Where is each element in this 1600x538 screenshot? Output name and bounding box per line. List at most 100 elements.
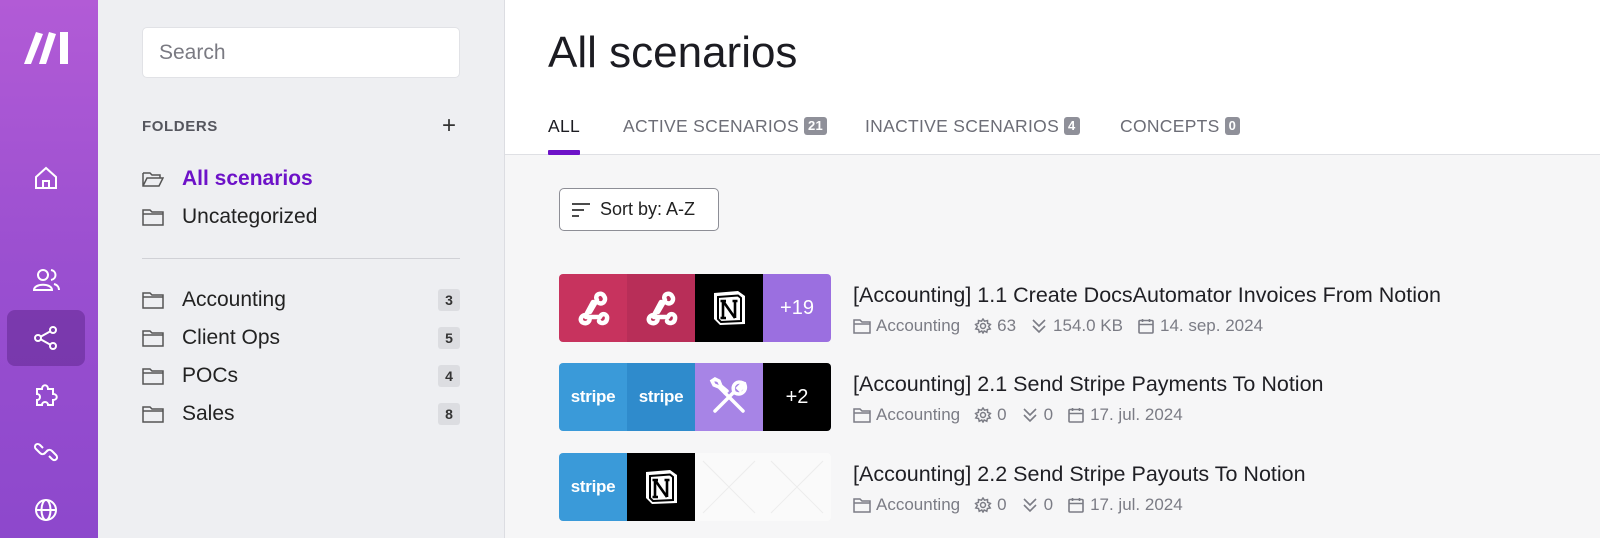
stripe-logo-text: stripe xyxy=(570,387,616,406)
scenario-folder: Accounting xyxy=(853,405,960,425)
folder-divider xyxy=(142,258,460,259)
gear-icon xyxy=(974,318,992,334)
folder-count-badge: 3 xyxy=(438,289,460,311)
scenario-data-size: 0 xyxy=(1021,495,1053,515)
gear-icon xyxy=(974,497,992,513)
tools-tile xyxy=(695,363,763,431)
folder-name: Client Ops xyxy=(182,326,281,349)
scenario-folder-name: Accounting xyxy=(876,316,961,335)
folder-name: Uncategorized xyxy=(182,205,318,228)
folder-pocs[interactable]: POCs 4 xyxy=(142,359,460,393)
scenario-date: 14. sep. 2024 xyxy=(1137,316,1263,336)
users-icon xyxy=(32,269,60,291)
tab-inactive-scenarios[interactable]: INACTIVE SCENARIOS 4 xyxy=(865,113,1080,139)
scenario-app-tiles: stripe stripe +2 xyxy=(559,363,831,431)
scenario-folder: Accounting xyxy=(853,316,960,336)
gear-icon xyxy=(974,407,992,423)
folders-panel: FOLDERS + All scenarios Uncategorized Ac… xyxy=(98,0,505,538)
folder-sales[interactable]: Sales 8 xyxy=(142,397,460,431)
tools-icon xyxy=(709,376,748,413)
home-icon xyxy=(35,166,57,189)
scenario-row[interactable]: +19 [Accounting] 1.1 Create DocsAutomato… xyxy=(559,274,1589,342)
folder-uncategorized[interactable]: Uncategorized xyxy=(142,200,460,234)
add-folder-button[interactable]: + xyxy=(438,114,460,138)
webhook-icon xyxy=(646,291,678,326)
calendar-icon xyxy=(1068,498,1084,513)
sort-button[interactable]: Sort by: A-Z xyxy=(559,188,719,231)
scenario-name[interactable]: [Accounting] 1.1 Create DocsAutomator In… xyxy=(853,283,1441,308)
folder-icon xyxy=(853,408,871,423)
share-icon xyxy=(34,326,57,350)
scenario-row[interactable]: stripe stripe +2 [Accounting] 2.1 Send S… xyxy=(559,363,1589,431)
scenario-ops-count: 0 xyxy=(997,405,1007,424)
nav-webhooks[interactable] xyxy=(7,482,85,538)
folder-icon xyxy=(142,292,164,309)
calendar-icon xyxy=(1138,319,1154,334)
placeholder-x-icon xyxy=(702,460,756,514)
search-input[interactable] xyxy=(142,27,460,78)
active-tab-indicator xyxy=(548,150,580,155)
scenario-operations: 0 xyxy=(974,495,1007,515)
nav-home[interactable] xyxy=(7,150,85,206)
notion-tile xyxy=(695,274,763,342)
notion-icon xyxy=(714,291,745,325)
folder-count-badge: 5 xyxy=(438,327,460,349)
tab-count-badge: 4 xyxy=(1064,117,1080,135)
more-apps-count: +2 xyxy=(785,385,809,408)
more-apps-tile: +2 xyxy=(763,363,831,431)
scenario-app-tiles: +19 xyxy=(559,274,831,342)
nav-apps[interactable] xyxy=(7,367,85,423)
stripe-tile: stripe xyxy=(627,363,695,431)
scenario-date-text: 17. jul. 2024 xyxy=(1090,495,1183,514)
webhook-icon xyxy=(578,291,610,326)
folder-icon xyxy=(853,498,871,513)
scenario-date: 17. jul. 2024 xyxy=(1067,495,1183,515)
scenario-data-size: 154.0 KB xyxy=(1030,316,1123,336)
nav-scenarios[interactable] xyxy=(7,310,85,366)
tab-active-scenarios[interactable]: ACTIVE SCENARIOS 21 xyxy=(623,113,828,139)
tab-count-badge: 21 xyxy=(803,117,828,135)
scenario-folder-name: Accounting xyxy=(876,495,961,514)
notion-icon xyxy=(646,470,677,504)
scenario-size: 0 xyxy=(1043,495,1054,514)
empty-tile xyxy=(763,453,831,521)
folder-icon xyxy=(142,406,164,423)
stripe-logo-text: stripe xyxy=(570,477,616,496)
scenario-date-text: 14. sep. 2024 xyxy=(1160,316,1264,335)
chevrons-down-icon xyxy=(1023,498,1037,513)
tab-label: CONCEPTS xyxy=(1120,115,1220,136)
scenario-name[interactable]: [Accounting] 2.1 Send Stripe Payments To… xyxy=(853,372,1324,397)
tab-label: ACTIVE SCENARIOS xyxy=(623,115,799,136)
scenario-operations: 0 xyxy=(974,405,1007,425)
scenario-app-tiles: stripe xyxy=(559,453,831,521)
tab-concepts[interactable]: CONCEPTS 0 xyxy=(1120,113,1241,139)
sort-lines-icon xyxy=(572,202,590,217)
folder-accounting[interactable]: Accounting 3 xyxy=(142,283,460,317)
chevrons-down-icon xyxy=(1032,319,1046,334)
chevrons-down-icon xyxy=(1023,408,1037,423)
nav-users[interactable] xyxy=(7,252,85,308)
scenario-size: 0 xyxy=(1043,405,1054,424)
main-content: All scenarios ALL ACTIVE SCENARIOS 21 IN… xyxy=(505,0,1600,538)
folder-all-scenarios[interactable]: All scenarios xyxy=(142,162,460,196)
folder-name: All scenarios xyxy=(182,167,313,190)
folder-name: POCs xyxy=(182,364,239,387)
folder-count-badge: 8 xyxy=(438,403,460,425)
nav-connections[interactable] xyxy=(7,424,85,480)
link-icon xyxy=(33,442,59,462)
folder-icon xyxy=(142,330,164,347)
folders-header: FOLDERS + xyxy=(142,114,460,138)
scenario-meta: Accounting 63 154.0 KB 14. sep. 2024 xyxy=(853,316,1277,336)
scenario-name[interactable]: [Accounting] 2.2 Send Stripe Payouts To … xyxy=(853,462,1306,487)
folder-name: Accounting xyxy=(182,288,286,311)
app-rail xyxy=(0,0,98,538)
scenario-ops-count: 63 xyxy=(997,316,1017,335)
scenario-row[interactable]: stripe [Accounting] 2.2 Send Stripe Payo… xyxy=(559,453,1589,521)
make-logo-icon[interactable] xyxy=(22,28,74,66)
stripe-tile: stripe xyxy=(559,363,627,431)
globe-icon xyxy=(35,499,57,521)
folder-client-ops[interactable]: Client Ops 5 xyxy=(142,321,460,355)
tab-all[interactable]: ALL xyxy=(548,113,580,139)
placeholder-x-icon xyxy=(770,460,824,514)
tab-label: ALL xyxy=(548,115,581,136)
